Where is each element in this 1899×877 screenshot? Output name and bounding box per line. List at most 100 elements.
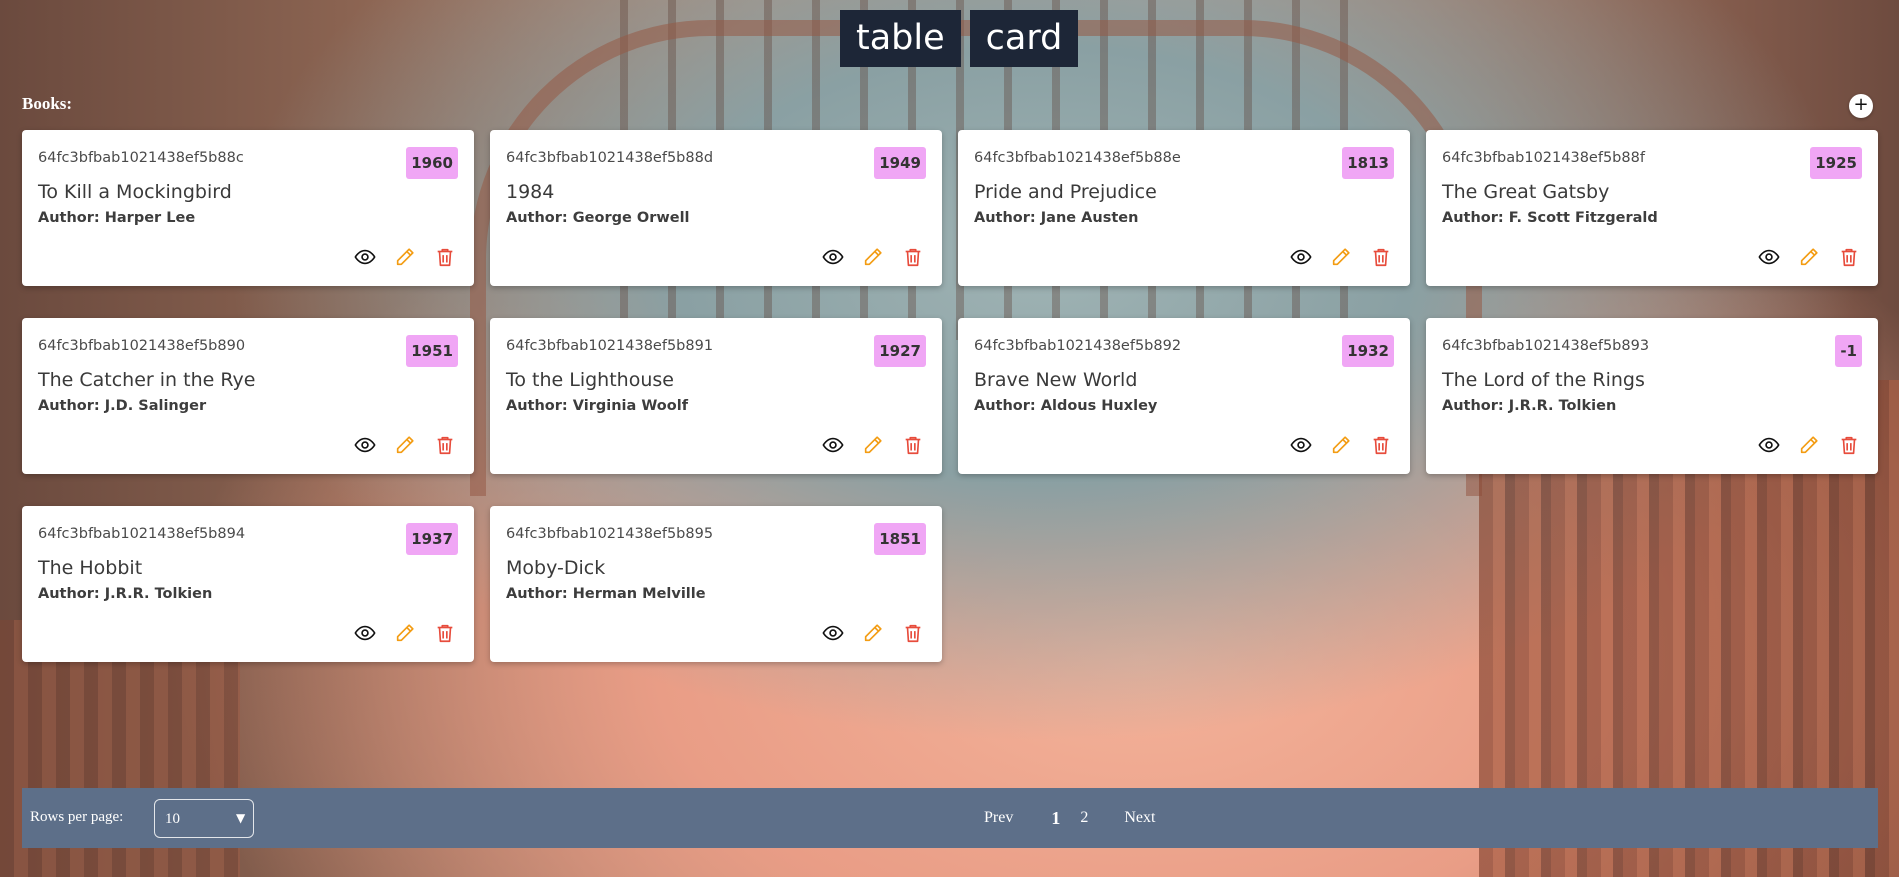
trash-icon[interactable]: [900, 432, 926, 458]
rows-per-page-label: Rows per page:: [30, 809, 124, 825]
card-actions: [352, 620, 458, 646]
card-actions: [820, 432, 926, 458]
trash-icon[interactable]: [432, 620, 458, 646]
book-id: 64fc3bfbab1021438ef5b88e: [974, 150, 1181, 166]
eye-icon[interactable]: [1288, 244, 1314, 270]
book-title: To Kill a Mockingbird: [38, 181, 232, 203]
pencil-icon[interactable]: [860, 244, 886, 270]
book-author: Author: J.R.R. Tolkien: [1442, 398, 1617, 414]
book-author: Author: Aldous Huxley: [974, 398, 1158, 414]
pencil-icon[interactable]: [1796, 244, 1822, 270]
trash-icon[interactable]: [900, 244, 926, 270]
book-id: 64fc3bfbab1021438ef5b891: [506, 338, 714, 354]
pagination-footer: Rows per page: 10 ▼ Prev 1 2 Next: [22, 788, 1878, 848]
view-toggle: table card: [840, 10, 1079, 67]
section-title: Books:: [22, 94, 73, 113]
trash-icon[interactable]: [432, 244, 458, 270]
table-view-button[interactable]: table: [840, 10, 961, 67]
eye-icon[interactable]: [1756, 432, 1782, 458]
eye-icon[interactable]: [352, 432, 378, 458]
pencil-icon[interactable]: [1328, 244, 1354, 270]
book-title: The Hobbit: [38, 557, 143, 579]
book-id: 64fc3bfbab1021438ef5b892: [974, 338, 1182, 354]
card-view-button[interactable]: card: [969, 10, 1079, 67]
card-actions: [1756, 244, 1862, 270]
publish-year-badge: 1925: [1810, 147, 1862, 179]
book-author: Author: J.R.R. Tolkien: [38, 586, 213, 602]
card-actions: [1288, 432, 1394, 458]
pencil-icon[interactable]: [392, 244, 418, 270]
page-2-button[interactable]: 2: [1080, 809, 1088, 827]
pager: Prev 1 2 Next: [984, 788, 1155, 848]
trash-icon[interactable]: [900, 620, 926, 646]
book-author: Author: F. Scott Fitzgerald: [1442, 210, 1658, 226]
book-title: 1984: [506, 181, 555, 203]
publish-year-badge: 1851: [874, 523, 926, 555]
book-card: 64fc3bfbab1021438ef5b893 -1 The Lord of …: [1426, 318, 1878, 474]
trash-icon[interactable]: [1368, 244, 1394, 270]
card-actions: [1288, 244, 1394, 270]
eye-icon[interactable]: [820, 244, 846, 270]
book-id: 64fc3bfbab1021438ef5b890: [38, 338, 246, 354]
pencil-icon[interactable]: [1796, 432, 1822, 458]
book-title: The Catcher in the Rye: [38, 369, 256, 391]
pencil-icon[interactable]: [860, 620, 886, 646]
eye-icon[interactable]: [1288, 432, 1314, 458]
pencil-icon[interactable]: [392, 620, 418, 646]
book-author: Author: George Orwell: [506, 210, 690, 226]
book-title: Brave New World: [974, 369, 1138, 391]
eye-icon[interactable]: [820, 432, 846, 458]
book-card: 64fc3bfbab1021438ef5b88f 1925 The Great …: [1426, 130, 1878, 286]
book-card: 64fc3bfbab1021438ef5b88d 1949 1984 Autho…: [490, 130, 942, 286]
book-card: 64fc3bfbab1021438ef5b890 1951 The Catche…: [22, 318, 474, 474]
trash-icon[interactable]: [432, 432, 458, 458]
book-id: 64fc3bfbab1021438ef5b88d: [506, 150, 714, 166]
book-card-grid: 64fc3bfbab1021438ef5b88c 1960 To Kill a …: [22, 130, 1878, 662]
publish-year-badge: 1951: [406, 335, 458, 367]
publish-year-badge: 1813: [1342, 147, 1394, 179]
trash-icon[interactable]: [1836, 244, 1862, 270]
book-id: 64fc3bfbab1021438ef5b895: [506, 526, 714, 542]
book-author: Author: Jane Austen: [974, 210, 1139, 226]
book-title: Pride and Prejudice: [974, 181, 1157, 203]
eye-icon[interactable]: [352, 244, 378, 270]
book-title: The Lord of the Rings: [1442, 369, 1645, 391]
card-actions: [820, 244, 926, 270]
eye-icon[interactable]: [1756, 244, 1782, 270]
pencil-icon[interactable]: [392, 432, 418, 458]
book-id: 64fc3bfbab1021438ef5b893: [1442, 338, 1650, 354]
card-actions: [352, 244, 458, 270]
book-author: Author: J.D. Salinger: [38, 398, 207, 414]
add-book-button[interactable]: +: [1849, 94, 1873, 118]
publish-year-badge: -1: [1835, 335, 1862, 367]
card-actions: [352, 432, 458, 458]
publish-year-badge: 1927: [874, 335, 926, 367]
book-card: 64fc3bfbab1021438ef5b88e 1813 Pride and …: [958, 130, 1410, 286]
trash-icon[interactable]: [1836, 432, 1862, 458]
page-1-button[interactable]: 1: [1051, 808, 1060, 829]
pencil-icon[interactable]: [1328, 432, 1354, 458]
book-id: 64fc3bfbab1021438ef5b88c: [38, 150, 244, 166]
card-actions: [820, 620, 926, 646]
publish-year-badge: 1949: [874, 147, 926, 179]
card-actions: [1756, 432, 1862, 458]
book-card: 64fc3bfbab1021438ef5b88c 1960 To Kill a …: [22, 130, 474, 286]
book-title: Moby-Dick: [506, 557, 606, 579]
pencil-icon[interactable]: [860, 432, 886, 458]
book-title: To the Lighthouse: [506, 369, 674, 391]
prev-page-button[interactable]: Prev: [984, 809, 1013, 827]
eye-icon[interactable]: [352, 620, 378, 646]
book-card: 64fc3bfbab1021438ef5b894 1937 The Hobbit…: [22, 506, 474, 662]
eye-icon[interactable]: [820, 620, 846, 646]
book-title: The Great Gatsby: [1442, 181, 1610, 203]
publish-year-badge: 1932: [1342, 335, 1394, 367]
book-card: 64fc3bfbab1021438ef5b892 1932 Brave New …: [958, 318, 1410, 474]
trash-icon[interactable]: [1368, 432, 1394, 458]
book-id: 64fc3bfbab1021438ef5b88f: [1442, 150, 1645, 166]
book-author: Author: Herman Melville: [506, 586, 706, 602]
book-id: 64fc3bfbab1021438ef5b894: [38, 526, 246, 542]
rows-per-page-select[interactable]: 10: [154, 799, 254, 838]
book-author: Author: Virginia Woolf: [506, 398, 689, 414]
next-page-button[interactable]: Next: [1124, 809, 1155, 827]
book-card: 64fc3bfbab1021438ef5b891 1927 To the Lig…: [490, 318, 942, 474]
